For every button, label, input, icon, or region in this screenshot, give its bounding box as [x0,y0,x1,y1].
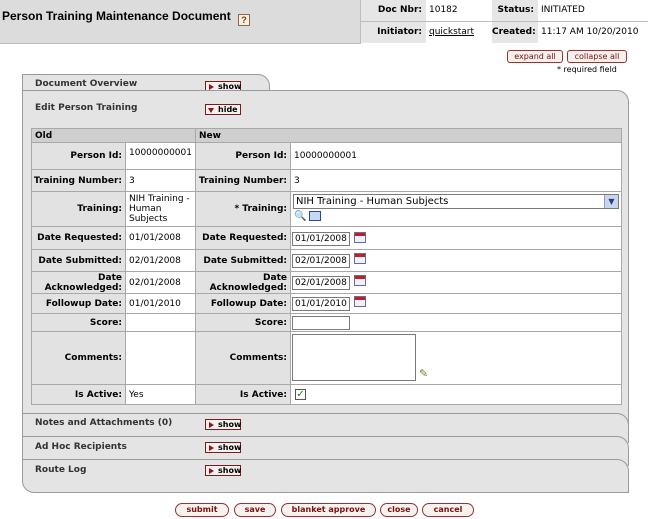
tab-edit-person-training-label: Edit Person Training [35,103,138,113]
old-date-submitted-value: 02/01/2008 [125,249,196,272]
old-is-active-value: Yes [125,384,196,405]
old-date-acknowledged-label: Date Acknowledged: [31,271,126,294]
date-submitted-input[interactable]: 02/01/2008 [292,254,350,268]
old-person-id-label: Person Id: [31,142,126,170]
expand-arrow-icon [209,422,214,428]
hide-label: hide [218,105,238,114]
old-comments-label: Comments: [31,331,126,385]
chevron-down-icon[interactable]: ▼ [604,195,618,208]
calendar-icon[interactable] [354,275,366,286]
tab-route-log-label: Route Log [35,465,87,475]
route-log-show-button[interactable]: show [205,465,241,476]
direct-inquiry-book-icon[interactable] [309,211,321,221]
new-training-number-value: 3 [290,169,622,192]
is-active-checkbox[interactable]: ✓ [295,389,306,400]
collapse-arrow-icon [208,108,214,116]
show-label: show [218,443,242,452]
blanket-approve-button[interactable]: blanket approve [281,503,376,517]
doc-nbr-label: Doc Nbr: [361,0,426,21]
calendar-icon[interactable] [354,253,366,264]
old-training-number-value: 3 [125,169,196,192]
new-date-submitted-label: Date Submitted: [195,249,291,272]
adhoc-show-button[interactable]: show [205,442,241,453]
new-column-header: New [195,128,622,143]
lookup-search-icon[interactable]: 🔍 [294,211,306,222]
created-value: 11:17 AM 10/20/2010 [541,27,639,37]
show-label: show [218,466,242,475]
status-label: Status: [492,0,538,21]
old-is-active-label: Is Active: [31,384,126,405]
required-field-note: * required field [557,65,617,74]
created-label: Created: [492,22,538,43]
calendar-icon[interactable] [354,232,366,243]
old-date-acknowledged-value: 02/01/2008 [125,271,196,294]
page-title: Person Training Maintenance Document [2,9,231,23]
collapse-all-button[interactable]: collapse all [567,50,627,63]
old-score-label: Score: [31,313,126,332]
comments-textarea[interactable] [292,334,416,381]
old-comments-value [125,331,196,385]
old-date-submitted-label: Date Submitted: [31,249,126,272]
calendar-icon[interactable] [354,296,366,307]
initiator-link[interactable]: quickstart [426,22,492,43]
old-date-requested-value: 01/01/2008 [125,226,196,250]
date-acknowledged-input[interactable]: 02/01/2008 [292,276,350,290]
training-select-value: NIH Training - Human Subjects [296,196,449,207]
score-input[interactable] [292,316,350,330]
new-score-label: Score: [195,313,291,332]
expand-arrow-icon [209,445,214,451]
notes-show-button[interactable]: show [205,419,241,430]
old-followup-date-label: Followup Date: [31,293,126,314]
new-followup-date-label: Followup Date: [195,293,291,314]
new-is-active-label: Is Active: [195,384,291,405]
new-date-requested-label: Date Requested: [195,226,291,250]
edit-person-training-hide-button[interactable]: hide [205,104,241,115]
new-date-acknowledged-label: Date Acknowledged: [195,271,291,294]
date-requested-input[interactable]: 01/01/2008 [292,232,350,246]
submit-button[interactable]: submit [175,503,229,517]
old-followup-date-value: 01/01/2010 [125,293,196,314]
old-person-id-value: 10000000001 [125,142,196,170]
initiator-label: Initiator: [361,22,426,43]
old-training-label: Training: [31,191,126,227]
new-comments-label: Comments: [195,331,291,385]
help-icon[interactable]: ? [238,14,250,26]
tab-adhoc-label: Ad Hoc Recipients [35,442,127,452]
tab-notes-label: Notes and Attachments (0) [35,418,173,428]
new-person-id-value: 10000000001 [290,142,622,170]
old-score-value [125,313,196,332]
old-column-header: Old [31,128,196,143]
tab-document-overview-label: Document Overview [35,79,138,89]
expand-textarea-pencil-icon[interactable]: ✎ [419,368,433,380]
close-button[interactable]: close [380,503,418,517]
followup-date-input[interactable]: 01/01/2010 [292,297,350,311]
new-training-label: * Training: [195,191,291,227]
expand-arrow-icon [209,468,214,474]
save-button[interactable]: save [234,503,276,517]
old-training-number-label: Training Number: [31,169,126,192]
tab-route-log [22,459,629,493]
training-select[interactable]: NIH Training - Human Subjects [293,194,619,209]
show-label: show [218,420,242,429]
old-training-value: NIH Training - Human Subjects [125,191,196,227]
new-person-id-label: Person Id: [195,142,291,170]
old-date-requested-label: Date Requested: [31,226,126,250]
doc-nbr-value: 10182 [429,5,458,15]
new-training-number-label: Training Number: [195,169,291,192]
cancel-button[interactable]: cancel [422,503,474,517]
new-is-active-cell [290,384,622,405]
status-value: INITIATED [541,5,585,15]
expand-all-button[interactable]: expand all [507,50,563,63]
